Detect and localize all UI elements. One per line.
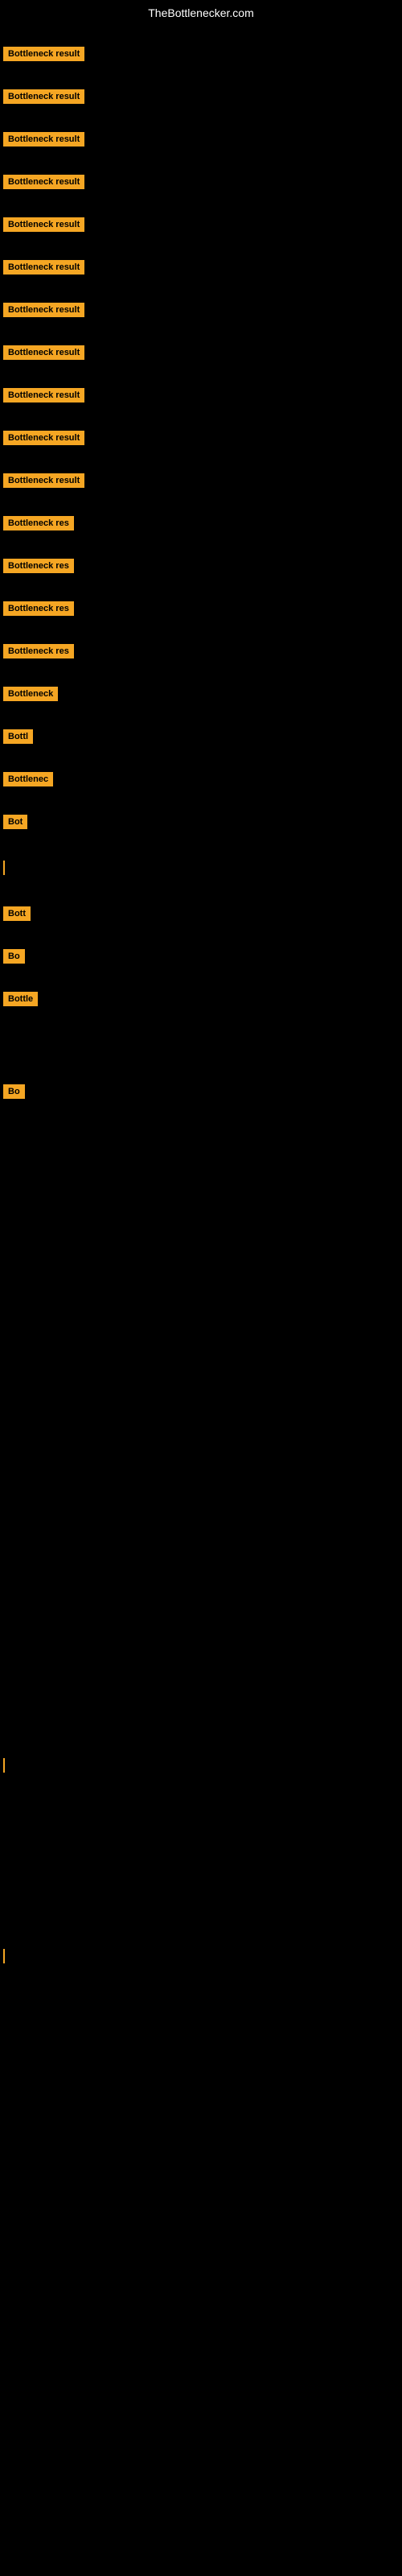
- list-item: Bottlenec: [0, 767, 402, 795]
- list-item: Bottleneck result: [0, 426, 402, 454]
- bottleneck-badge-11: Bottleneck result: [3, 473, 84, 488]
- bottleneck-badge-9: Bottleneck result: [3, 388, 84, 402]
- bottleneck-badge-21: Bo: [3, 949, 25, 964]
- vertical-line-1: [3, 861, 5, 875]
- list-item: Bottleneck result: [0, 383, 402, 411]
- bottleneck-badge-3: Bottleneck result: [3, 132, 84, 147]
- bottleneck-badge-17: Bottl: [3, 729, 33, 744]
- list-item: Bottleneck res: [0, 597, 402, 625]
- bottleneck-badge-13: Bottleneck res: [3, 559, 74, 573]
- list-item: [0, 856, 402, 884]
- list-item: Bottleneck res: [0, 554, 402, 582]
- bottleneck-badge-10: Bottleneck result: [3, 431, 84, 445]
- list-item: Bottl: [0, 724, 402, 753]
- list-item: [0, 1944, 402, 1972]
- vertical-line-2: [3, 1758, 5, 1773]
- bottleneck-badge-6: Bottleneck result: [3, 260, 84, 275]
- bottleneck-badge-20: Bott: [3, 906, 31, 921]
- list-item: Bot: [0, 810, 402, 838]
- bottleneck-badge-2: Bottleneck result: [3, 89, 84, 104]
- list-item: Bo: [0, 944, 402, 972]
- spacer-bottom: [0, 1974, 402, 2296]
- list-item: Bottleneck: [0, 682, 402, 710]
- list-item: Bottleneck result: [0, 298, 402, 326]
- spacer-2: [0, 1783, 402, 1944]
- list-item: Bott: [0, 902, 402, 930]
- site-title: TheBottlenecker.com: [0, 0, 402, 26]
- list-item: [0, 1753, 402, 1781]
- bottleneck-badge-14: Bottleneck res: [3, 601, 74, 616]
- bottleneck-badge-22: Bottle: [3, 992, 38, 1006]
- list-item: Bottle: [0, 987, 402, 1015]
- vertical-line-3: [3, 1949, 5, 1963]
- list-item: Bo: [0, 1080, 402, 1108]
- spacer-1: [0, 1017, 402, 1065]
- bottleneck-badge-16: Bottleneck: [3, 687, 58, 701]
- bottleneck-badge-4: Bottleneck result: [3, 175, 84, 189]
- list-item: Bottleneck result: [0, 170, 402, 198]
- list-item: Bottleneck result: [0, 255, 402, 283]
- bottleneck-badge-23: Bo: [3, 1084, 25, 1099]
- bottleneck-badge-5: Bottleneck result: [3, 217, 84, 232]
- list-item: Bottleneck result: [0, 469, 402, 497]
- bottleneck-badge-1: Bottleneck result: [3, 47, 84, 61]
- page-container: TheBottlenecker.com Bottleneck result Bo…: [0, 0, 402, 2576]
- bottleneck-badge-19: Bot: [3, 815, 27, 829]
- bottleneck-badge-15: Bottleneck res: [3, 644, 74, 658]
- list-item: Bottleneck result: [0, 127, 402, 155]
- list-item: Bottleneck result: [0, 341, 402, 369]
- spacer-large: [0, 1109, 402, 1753]
- list-item: Bottleneck res: [0, 511, 402, 539]
- list-item: Bottleneck result: [0, 213, 402, 241]
- bottleneck-badge-12: Bottleneck res: [3, 516, 74, 530]
- bottleneck-badge-7: Bottleneck result: [3, 303, 84, 317]
- list-item: Bottleneck result: [0, 42, 402, 70]
- list-item: Bottleneck result: [0, 85, 402, 113]
- bottleneck-badge-8: Bottleneck result: [3, 345, 84, 360]
- bottleneck-badge-18: Bottlenec: [3, 772, 53, 786]
- list-item: Bottleneck res: [0, 639, 402, 667]
